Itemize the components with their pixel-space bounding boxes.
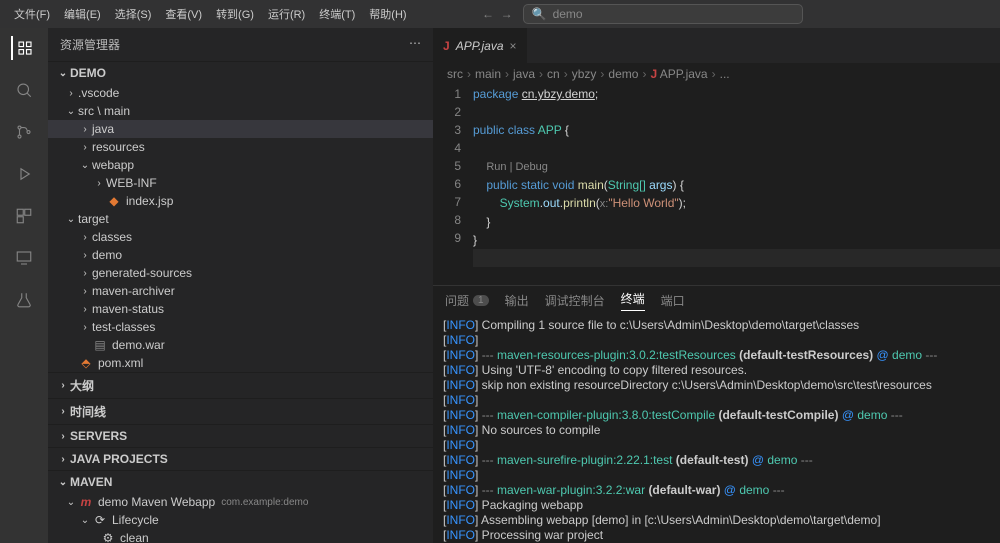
breadcrumb-item[interactable]: cn bbox=[547, 67, 560, 81]
folder-java[interactable]: ›java bbox=[48, 120, 433, 138]
search-icon[interactable] bbox=[12, 78, 36, 102]
close-icon[interactable]: × bbox=[510, 39, 517, 53]
gutter: 123456789 bbox=[433, 85, 473, 285]
file-tree: ⌄DEMO ›.vscode ⌄src \ main ›java ›resour… bbox=[48, 61, 433, 543]
section-servers[interactable]: ›SERVERS bbox=[48, 424, 433, 447]
menu-item[interactable]: 帮助(H) bbox=[363, 3, 412, 25]
file-icon: ◆ bbox=[106, 194, 122, 208]
panel: 问题1 输出 调试控制台 终端 端口 [INFO] Compiling 1 so… bbox=[433, 285, 1000, 543]
sidebar: 资源管理器 ⋯ ⌄DEMO ›.vscode ⌄src \ main ›java… bbox=[48, 28, 433, 543]
breadcrumb-item[interactable]: demo bbox=[608, 67, 638, 81]
menu-item[interactable]: 转到(G) bbox=[210, 3, 260, 25]
folder-target[interactable]: ⌄target bbox=[48, 210, 433, 228]
maven-project[interactable]: ⌄mdemo Maven Webappcom.example:demo bbox=[48, 493, 433, 511]
testing-icon[interactable] bbox=[12, 288, 36, 312]
code-content[interactable]: package cn.ybzy.demo; public class APP {… bbox=[473, 85, 1000, 285]
cycle-icon: ⟳ bbox=[92, 513, 108, 527]
breadcrumb[interactable]: src›main›java›cn›ybzy›demo›J APP.java›..… bbox=[433, 63, 1000, 85]
extensions-icon[interactable] bbox=[12, 204, 36, 228]
breadcrumb-item[interactable]: main bbox=[475, 67, 501, 81]
scm-icon[interactable] bbox=[12, 120, 36, 144]
folder-classes[interactable]: ›classes bbox=[48, 228, 433, 246]
section-timeline[interactable]: ›时间线 bbox=[48, 398, 433, 424]
folder-mvnstat[interactable]: ›maven-status bbox=[48, 300, 433, 318]
breadcrumb-item[interactable]: java bbox=[513, 67, 535, 81]
maven-phase-clean[interactable]: ⚙clean bbox=[48, 529, 433, 543]
search-text: demo bbox=[553, 7, 583, 21]
debug-icon[interactable] bbox=[12, 162, 36, 186]
sidebar-title: 资源管理器 bbox=[60, 36, 120, 53]
folder-gensrc[interactable]: ›generated-sources bbox=[48, 264, 433, 282]
explorer-icon[interactable] bbox=[11, 36, 35, 60]
gear-icon: ⚙ bbox=[100, 531, 116, 543]
project-root[interactable]: ⌄DEMO bbox=[48, 61, 433, 84]
remote-icon[interactable] bbox=[12, 246, 36, 270]
folder-webapp[interactable]: ⌄webapp bbox=[48, 156, 433, 174]
command-center[interactable]: 🔍 demo bbox=[523, 4, 803, 24]
file-pom[interactable]: ⬘pom.xml bbox=[48, 354, 433, 372]
maven-icon: m bbox=[78, 495, 94, 509]
folder-testcls[interactable]: ›test-classes bbox=[48, 318, 433, 336]
section-outline[interactable]: ›大纲 bbox=[48, 372, 433, 398]
nav-arrows[interactable]: ← → bbox=[482, 7, 513, 21]
menu-item[interactable]: 终端(T) bbox=[313, 3, 361, 25]
maven-lifecycle[interactable]: ⌄⟳Lifecycle bbox=[48, 511, 433, 529]
menu-bar: 文件(F)编辑(E)选择(S)查看(V)转到(G)运行(R)终端(T)帮助(H) bbox=[8, 3, 413, 25]
java-icon: J bbox=[443, 39, 450, 53]
panel-tab-ports[interactable]: 端口 bbox=[661, 292, 685, 309]
breadcrumb-item[interactable]: src bbox=[447, 67, 463, 81]
file-demowar[interactable]: ▤demo.war bbox=[48, 336, 433, 354]
panel-tab-output[interactable]: 输出 bbox=[505, 292, 529, 309]
breadcrumb-item[interactable]: ybzy bbox=[572, 67, 597, 81]
panel-tab-problems[interactable]: 问题1 bbox=[445, 292, 489, 309]
tab-label: APP.java bbox=[456, 39, 504, 53]
menu-item[interactable]: 查看(V) bbox=[159, 3, 208, 25]
breadcrumb-item[interactable]: ... bbox=[720, 67, 730, 81]
tab-app-java[interactable]: J APP.java × bbox=[433, 28, 528, 63]
panel-tab-terminal[interactable]: 终端 bbox=[621, 290, 645, 311]
folder-webinf[interactable]: ›WEB-INF bbox=[48, 174, 433, 192]
tab-bar: J APP.java × bbox=[433, 28, 1000, 63]
menu-item[interactable]: 选择(S) bbox=[109, 3, 158, 25]
editor-area: J APP.java × src›main›java›cn›ybzy›demo›… bbox=[433, 28, 1000, 543]
folder-resources[interactable]: ›resources bbox=[48, 138, 433, 156]
file-indexjsp[interactable]: ◆index.jsp bbox=[48, 192, 433, 210]
folder-mvnarch[interactable]: ›maven-archiver bbox=[48, 282, 433, 300]
menu-item[interactable]: 运行(R) bbox=[262, 3, 311, 25]
menu-item[interactable]: 文件(F) bbox=[8, 3, 56, 25]
terminal-output[interactable]: [INFO] Compiling 1 source file to c:\Use… bbox=[433, 314, 1000, 543]
panel-tabs: 问题1 输出 调试控制台 终端 端口 bbox=[433, 286, 1000, 314]
search-icon: 🔍 bbox=[532, 7, 547, 21]
menu-item[interactable]: 编辑(E) bbox=[58, 3, 107, 25]
breadcrumb-item[interactable]: J APP.java bbox=[650, 67, 707, 81]
sidebar-header: 资源管理器 ⋯ bbox=[48, 28, 433, 61]
section-maven[interactable]: ⌄MAVEN bbox=[48, 470, 433, 493]
title-bar: 文件(F)编辑(E)选择(S)查看(V)转到(G)运行(R)终端(T)帮助(H)… bbox=[0, 0, 1000, 28]
more-icon[interactable]: ⋯ bbox=[409, 36, 421, 53]
panel-tab-debug[interactable]: 调试控制台 bbox=[545, 292, 605, 309]
section-javaproj[interactable]: ›JAVA PROJECTS bbox=[48, 447, 433, 470]
activity-bar bbox=[0, 28, 48, 543]
folder-src-main[interactable]: ⌄src \ main bbox=[48, 102, 433, 120]
archive-icon: ▤ bbox=[92, 338, 108, 352]
folder-vscode[interactable]: ›.vscode bbox=[48, 84, 433, 102]
xml-icon: ⬘ bbox=[78, 356, 94, 370]
folder-demo[interactable]: ›demo bbox=[48, 246, 433, 264]
code-editor[interactable]: 123456789 package cn.ybzy.demo; public c… bbox=[433, 85, 1000, 285]
